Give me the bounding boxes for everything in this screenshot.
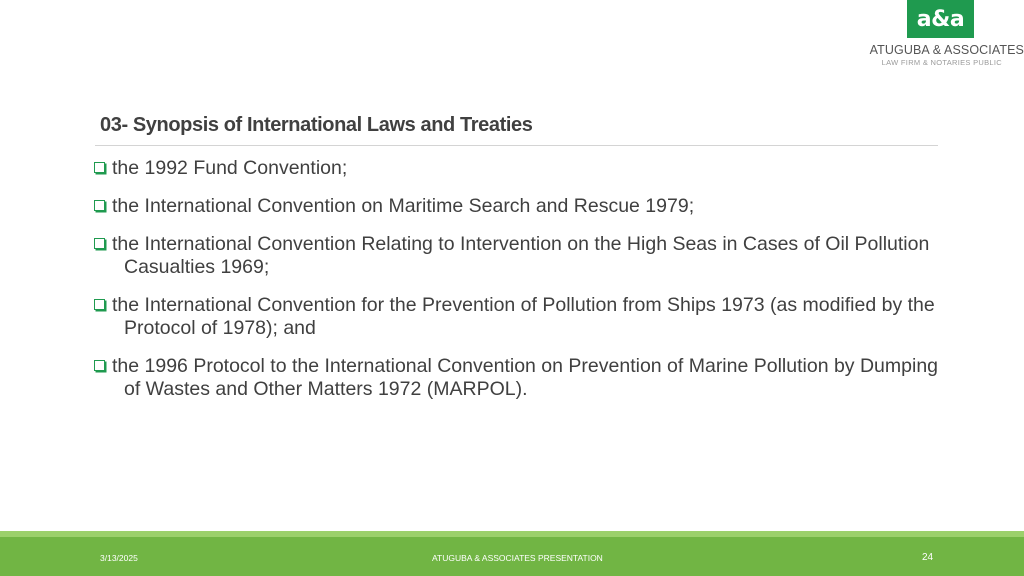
page-number: 24 bbox=[922, 552, 934, 563]
bullet-item: the International Convention Relating to… bbox=[94, 233, 944, 279]
checkbox-bullet-icon bbox=[94, 360, 105, 371]
bullet-item: the 1992 Fund Convention; bbox=[94, 157, 944, 180]
bullet-text: the International Convention on Maritime… bbox=[112, 195, 695, 217]
bullet-text: the International Convention for the Pre… bbox=[112, 294, 935, 339]
logo-mark: a&a bbox=[907, 0, 974, 38]
checkbox-bullet-icon bbox=[94, 238, 105, 249]
firm-tagline: LAW FIRM & NOTARIES PUBLIC bbox=[881, 58, 1002, 67]
footer-presentation-label: ATUGUBA & ASSOCIATES PRESENTATION bbox=[432, 553, 603, 563]
bullet-text: the 1992 Fund Convention; bbox=[112, 157, 348, 179]
checkbox-bullet-icon bbox=[94, 162, 105, 173]
bullet-list: the 1992 Fund Convention; the Internatio… bbox=[94, 157, 944, 416]
firm-name: ATUGUBA & ASSOCIATES bbox=[869, 43, 1024, 57]
bullet-text: the 1996 Protocol to the International C… bbox=[112, 355, 939, 400]
checkbox-bullet-icon bbox=[94, 299, 105, 310]
checkbox-bullet-icon bbox=[94, 200, 105, 211]
title-divider bbox=[95, 145, 938, 146]
bullet-item: the International Convention on Maritime… bbox=[94, 195, 944, 218]
footer-date: 3/13/2025 bbox=[100, 553, 138, 563]
bullet-item: the International Convention for the Pre… bbox=[94, 294, 944, 340]
bullet-item: the 1996 Protocol to the International C… bbox=[94, 355, 944, 401]
slide-title: 03- Synopsis of International Laws and T… bbox=[100, 114, 533, 136]
bullet-text: the International Convention Relating to… bbox=[112, 233, 930, 278]
